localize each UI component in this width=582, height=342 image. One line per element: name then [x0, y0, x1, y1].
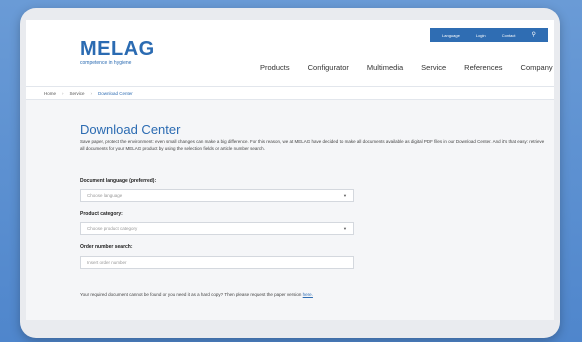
main-nav: Products Configurator Multimedia Service…	[260, 63, 553, 72]
chevron-down-icon: ▼	[343, 226, 347, 231]
language-label: Document language (preferred):	[80, 178, 157, 184]
category-select[interactable]: Choose product category ▼	[80, 222, 354, 235]
nav-products[interactable]: Products	[260, 63, 290, 72]
language-link[interactable]: Language	[442, 33, 460, 38]
logo-tagline: competence in hygiene	[80, 60, 132, 66]
note-text: Your required document cannot be found o…	[80, 292, 302, 297]
nav-multimedia[interactable]: Multimedia	[367, 63, 403, 72]
intro-text: Save paper, protect the environment: eve…	[80, 139, 545, 151]
browser-screen: Language Login Contact ⚲ MELAG competenc…	[26, 20, 554, 320]
nav-service[interactable]: Service	[421, 63, 446, 72]
utility-bar: Language Login Contact ⚲	[430, 28, 548, 42]
search-icon[interactable]: ⚲	[532, 32, 536, 38]
logo[interactable]: MELAG competence in hygiene	[80, 39, 155, 66]
order-label: Order number search:	[80, 244, 133, 250]
page-title: Download Center	[80, 122, 181, 137]
contact-link[interactable]: Contact	[502, 33, 516, 38]
breadcrumb-current: Download Center	[98, 90, 133, 96]
breadcrumb-separator: ›	[62, 90, 64, 96]
language-placeholder: Choose language	[87, 193, 123, 198]
breadcrumb-separator: ›	[90, 90, 93, 96]
chevron-down-icon: ▼	[343, 193, 347, 198]
category-label: Product category:	[80, 211, 123, 217]
order-placeholder: Insert order number	[87, 260, 127, 265]
order-number-input[interactable]: Insert order number	[80, 256, 354, 269]
nav-company[interactable]: Company	[521, 63, 553, 72]
breadcrumb-home[interactable]: Home	[44, 91, 56, 96]
login-link[interactable]: Login	[476, 33, 486, 38]
category-placeholder: Choose product category	[87, 226, 138, 231]
breadcrumb-service[interactable]: Service	[70, 91, 85, 96]
nav-configurator[interactable]: Configurator	[308, 63, 349, 72]
language-select[interactable]: Choose language ▼	[80, 189, 354, 202]
request-paper-link[interactable]: here.	[303, 292, 313, 297]
nav-references[interactable]: References	[464, 63, 502, 72]
paper-request-note: Your required document cannot be found o…	[80, 292, 313, 297]
logo-brand: MELAG	[80, 38, 155, 60]
breadcrumb: Home › Service › Download Center	[26, 86, 554, 100]
